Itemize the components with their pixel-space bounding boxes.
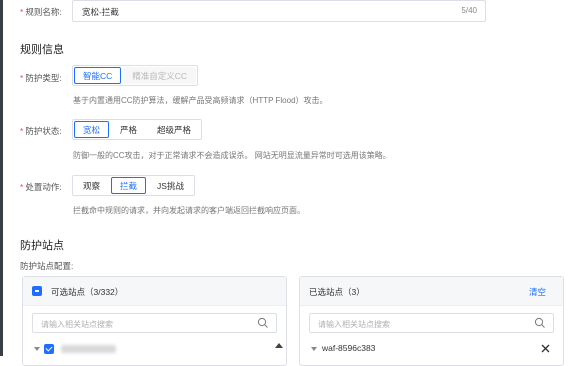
protection-status-help: 防御一般的CC攻击，对于正常请求不会造成误杀。 网站无明显流量异常时可选用该策略… xyxy=(73,151,391,160)
selected-sites-title: 已选站点（3） xyxy=(309,287,365,297)
protection-status-option-loose[interactable]: 宽松 xyxy=(74,121,110,138)
protection-status-option-super-strict[interactable]: 超级严格 xyxy=(148,121,200,138)
rule-name-label: * 规则名称: xyxy=(20,7,62,17)
section-title-rule-info: 规则信息 xyxy=(20,44,64,56)
section-title-sites: 防护站点 xyxy=(20,240,64,252)
protection-type-segmented: 智能CC 精准自定义CC xyxy=(72,65,199,86)
available-sites-search-input[interactable]: 请输入相关站点搜索 xyxy=(32,313,277,333)
expand-caret-icon[interactable] xyxy=(311,347,317,351)
protection-type-help: 基于内置通用CC防护算法，缓解产品受高频请求（HTTP Flood）攻击。 xyxy=(73,96,328,105)
selected-sites-search-placeholder: 请输入相关站点搜索 xyxy=(318,320,390,329)
clear-button[interactable]: 清空 xyxy=(529,286,546,298)
remove-site-icon[interactable] xyxy=(541,344,550,353)
protection-type-option-custom-cc[interactable]: 精准自定义CC xyxy=(123,67,197,84)
selected-sites-search-input[interactable]: 请输入相关站点搜索 xyxy=(309,313,554,333)
scroll-up-arrow-icon[interactable] xyxy=(275,343,283,348)
site-config-label: 防护站点配置: xyxy=(20,261,74,271)
rule-name-input[interactable]: 宽松-拦截 5/40 xyxy=(72,0,486,22)
protection-status-option-strict[interactable]: 严格 xyxy=(111,121,146,138)
protection-type-option-smart-cc[interactable]: 智能CC xyxy=(74,67,122,84)
selected-site-item: waf-8596c383 xyxy=(322,343,376,353)
left-edge-bar xyxy=(0,0,3,356)
redacted-site-name xyxy=(61,345,116,353)
rule-name-value: 宽松-拦截 xyxy=(82,7,119,17)
action-option-block[interactable]: 拦截 xyxy=(111,177,147,194)
select-all-checkbox[interactable] xyxy=(32,286,42,296)
action-option-observe[interactable]: 观察 xyxy=(74,177,109,194)
search-icon[interactable] xyxy=(257,317,269,329)
rule-name-counter: 5/40 xyxy=(461,6,477,15)
action-option-js-challenge[interactable]: JS挑战 xyxy=(148,177,193,194)
available-sites-title: 可选站点（3/332） xyxy=(51,287,124,297)
action-segmented: 观察 拦截 JS挑战 xyxy=(72,175,195,196)
expand-caret-icon[interactable] xyxy=(34,347,40,351)
protection-status-segmented: 宽松 严格 超级严格 xyxy=(72,119,203,140)
action-label: * 处置动作: xyxy=(20,182,62,192)
search-icon[interactable] xyxy=(534,317,546,329)
protection-type-label: * 防护类型: xyxy=(20,73,62,83)
available-sites-search-placeholder: 请输入相关站点搜索 xyxy=(41,320,113,329)
selected-sites-panel: 已选站点（3） 清空 请输入相关站点搜索 waf-8596c383 xyxy=(299,276,564,366)
available-sites-panel: 可选站点（3/332） 请输入相关站点搜索 xyxy=(22,276,287,366)
protection-status-label: * 防护状态: xyxy=(20,126,62,136)
site-group-checkbox[interactable] xyxy=(44,344,54,354)
action-help: 拦截命中规则的请求，并向发起请求的客户端返回拦截响应页面。 xyxy=(73,206,305,215)
